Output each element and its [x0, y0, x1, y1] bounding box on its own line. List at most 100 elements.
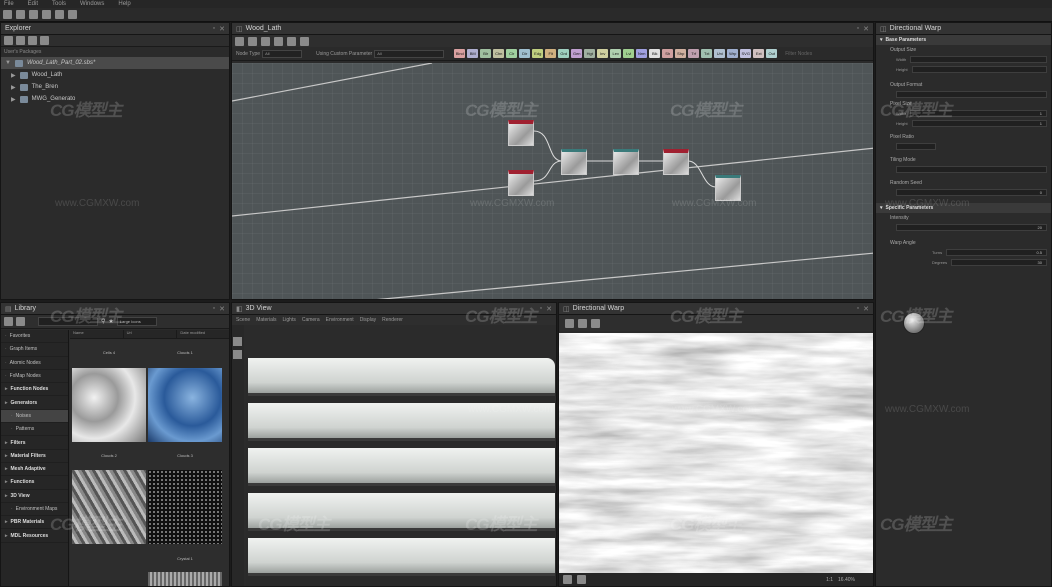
undo-icon[interactable]	[55, 10, 64, 19]
3d-menu-item[interactable]: Renderer	[382, 317, 403, 323]
expand-icon[interactable]: ▶	[11, 96, 16, 103]
node-filter-chip[interactable]: Shp	[675, 49, 687, 58]
output-height-field[interactable]	[911, 65, 1047, 73]
close-icon[interactable]: ✕	[219, 25, 225, 33]
column-url[interactable]: Url	[124, 330, 178, 338]
graph-canvas[interactable]	[232, 63, 873, 299]
save-all-icon[interactable]	[42, 10, 51, 19]
thumb-cells[interactable]	[72, 368, 146, 442]
pixel-height-field[interactable]: 1	[911, 119, 1047, 127]
graph-node[interactable]	[561, 149, 587, 175]
node-filter-chip[interactable]: Flt	[545, 49, 557, 58]
3d-menu-item[interactable]: Display	[360, 317, 376, 323]
turns-field[interactable]: 0.5	[946, 248, 1047, 256]
frame-icon[interactable]	[235, 36, 244, 46]
zoom-level[interactable]: 16.40%	[838, 577, 855, 583]
filter-icon[interactable]: ⚲	[101, 318, 105, 325]
node-filter-chip[interactable]: Chn	[493, 49, 505, 58]
open-package-icon[interactable]	[16, 36, 25, 45]
menu-file[interactable]: File	[4, 1, 14, 7]
float-icon[interactable]: ▫	[213, 305, 215, 313]
close-icon[interactable]: ✕	[863, 25, 869, 33]
random-seed-field[interactable]: 0	[896, 188, 1047, 196]
grid-icon[interactable]	[577, 575, 586, 584]
node-filter-chip[interactable]: Gen	[571, 49, 583, 58]
node-filter-chip[interactable]: Blnd	[454, 49, 466, 58]
node-filter-chip[interactable]: SVG	[740, 49, 752, 58]
node-filter-chip[interactable]: Grd	[558, 49, 570, 58]
comment-icon[interactable]	[261, 36, 270, 46]
import-icon[interactable]	[40, 36, 49, 45]
close-icon[interactable]: ✕	[863, 305, 869, 313]
thumb-clouds-1[interactable]	[148, 368, 222, 442]
align-icon[interactable]	[248, 36, 257, 46]
graph-node[interactable]	[508, 120, 534, 146]
library-category[interactable]: ▸ Filters	[1, 436, 68, 450]
graph-node[interactable]	[613, 149, 639, 175]
specific-params-header[interactable]: ▾ Specific Parameters	[876, 203, 1051, 213]
thumb-clouds-2[interactable]	[72, 470, 146, 544]
tree-item-wood-lath[interactable]: ▶ Wood_Lath	[1, 69, 229, 81]
new-icon[interactable]	[3, 10, 12, 19]
expand-icon[interactable]: ▶	[11, 84, 16, 91]
output-format-select[interactable]	[896, 90, 1047, 98]
library-category[interactable]: ▸ Generators	[1, 396, 68, 410]
menu-tools[interactable]: Tools	[52, 1, 66, 7]
library-search-input[interactable]	[38, 317, 98, 326]
menu-help[interactable]: Help	[118, 1, 130, 7]
expand-icon[interactable]: ▼	[5, 60, 11, 66]
node-filter-chip[interactable]: Out	[766, 49, 778, 58]
menu-windows[interactable]: Windows	[80, 1, 104, 7]
close-icon[interactable]: ✕	[219, 305, 225, 313]
param-select[interactable]: All	[374, 49, 445, 58]
library-category[interactable]: · Patterns	[1, 423, 68, 437]
new-package-icon[interactable]	[4, 36, 13, 45]
node-filter-chip[interactable]: Dir	[519, 49, 531, 58]
node-filter-chip[interactable]: BM	[467, 49, 479, 58]
node-filter-chip[interactable]: Uni	[714, 49, 726, 58]
expand-icon[interactable]: ▶	[11, 72, 16, 79]
channel-icon[interactable]	[565, 318, 574, 328]
column-date[interactable]: Date modified	[177, 330, 229, 338]
node-filter-chip[interactable]: Hgt	[584, 49, 596, 58]
library-category[interactable]: ▸ Material Filters	[1, 450, 68, 463]
3d-viewport[interactable]	[246, 358, 556, 586]
library-category[interactable]: · Atomic Nodes	[1, 357, 68, 370]
intensity-slider[interactable]: 20	[896, 223, 1047, 231]
2d-texture-preview[interactable]	[559, 333, 873, 575]
thumb-crystal-1[interactable]	[148, 572, 222, 586]
node-filter-chip[interactable]: Wrp	[727, 49, 739, 58]
library-category[interactable]: · Favorites	[1, 330, 68, 344]
node-type-select[interactable]: All	[262, 49, 303, 58]
graph-node[interactable]	[663, 149, 689, 175]
link-icon[interactable]	[287, 36, 296, 46]
library-category[interactable]: ▸ Function Nodes	[1, 383, 68, 397]
fit-icon[interactable]	[563, 575, 572, 584]
library-category[interactable]: ▸ MDL Resources	[1, 529, 68, 543]
float-icon[interactable]: ▫	[213, 25, 215, 33]
save-package-icon[interactable]	[28, 36, 37, 45]
3d-menu-item[interactable]: Lights	[282, 317, 295, 323]
node-filter-chip[interactable]: Ext	[753, 49, 765, 58]
library-category[interactable]: · Graph Items	[1, 343, 68, 357]
thumb-clouds-3[interactable]	[148, 470, 222, 544]
library-category[interactable]: ▸ Functions	[1, 476, 68, 490]
tiling-icon[interactable]	[578, 318, 587, 328]
output-width-field[interactable]	[910, 55, 1047, 63]
float-icon[interactable]: ▫	[540, 305, 542, 313]
menu-edit[interactable]: Edit	[28, 1, 38, 7]
3d-menu-item[interactable]: Environment	[326, 317, 354, 323]
save-icon[interactable]	[29, 10, 38, 19]
node-filter-chip[interactable]: Lev	[610, 49, 622, 58]
float-icon[interactable]: ▫	[857, 25, 859, 33]
tiling-mode-select[interactable]	[896, 165, 1047, 173]
node-filter-chip[interactable]: Trf	[688, 49, 700, 58]
library-category[interactable]: ▸ PBR Materials	[1, 516, 68, 530]
library-category[interactable]: · FxMap Nodes	[1, 370, 68, 384]
library-category[interactable]: · Environment Maps	[1, 503, 68, 517]
node-filter-chip[interactable]: Blk	[649, 49, 661, 58]
pin-icon[interactable]	[274, 36, 283, 46]
tree-item-the-bren[interactable]: ▶ The_Bren	[1, 81, 229, 93]
base-params-header[interactable]: ▾ Base Parameters	[876, 35, 1051, 45]
pixel-ratio-select[interactable]	[896, 142, 936, 150]
